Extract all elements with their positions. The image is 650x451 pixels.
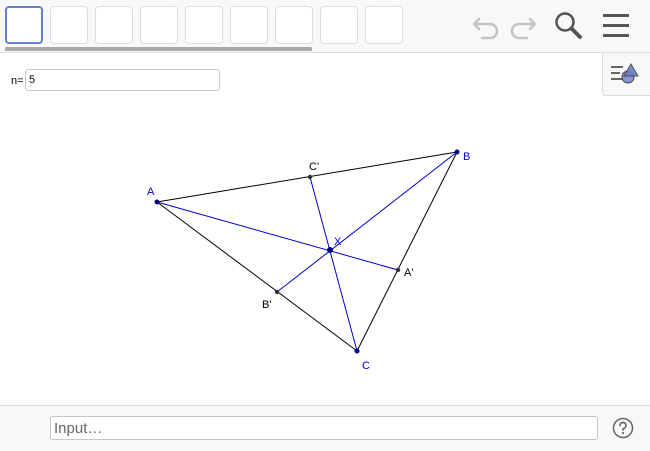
segment-bc[interactable] [356, 151, 458, 352]
point-a[interactable] [154, 199, 160, 205]
input-bar [0, 405, 650, 451]
segment-ab[interactable] [156, 151, 458, 203]
point-a-prime[interactable] [395, 267, 401, 273]
cevian-a-a-prime[interactable] [156, 201, 399, 271]
help-icon[interactable] [612, 417, 634, 439]
label-b-prime: B' [262, 299, 271, 311]
point-b-prime[interactable] [274, 289, 280, 295]
label-c: C [362, 360, 370, 372]
segment-ac[interactable] [156, 201, 358, 352]
cevian-c-c-prime[interactable] [309, 176, 358, 352]
label-a: A [147, 186, 155, 198]
geometry-canvas: A B C A' B' C' X [147, 149, 470, 372]
label-a-prime: A' [404, 267, 413, 279]
label-c-prime: C' [309, 161, 319, 173]
label-b: B [463, 151, 470, 163]
point-b[interactable] [454, 149, 460, 155]
point-c-prime[interactable] [307, 174, 313, 180]
point-c[interactable] [354, 348, 360, 354]
cevian-b-b-prime[interactable] [276, 151, 458, 293]
algebra-input-field[interactable] [50, 416, 598, 440]
label-x: X [334, 236, 342, 248]
point-x[interactable] [327, 247, 333, 253]
